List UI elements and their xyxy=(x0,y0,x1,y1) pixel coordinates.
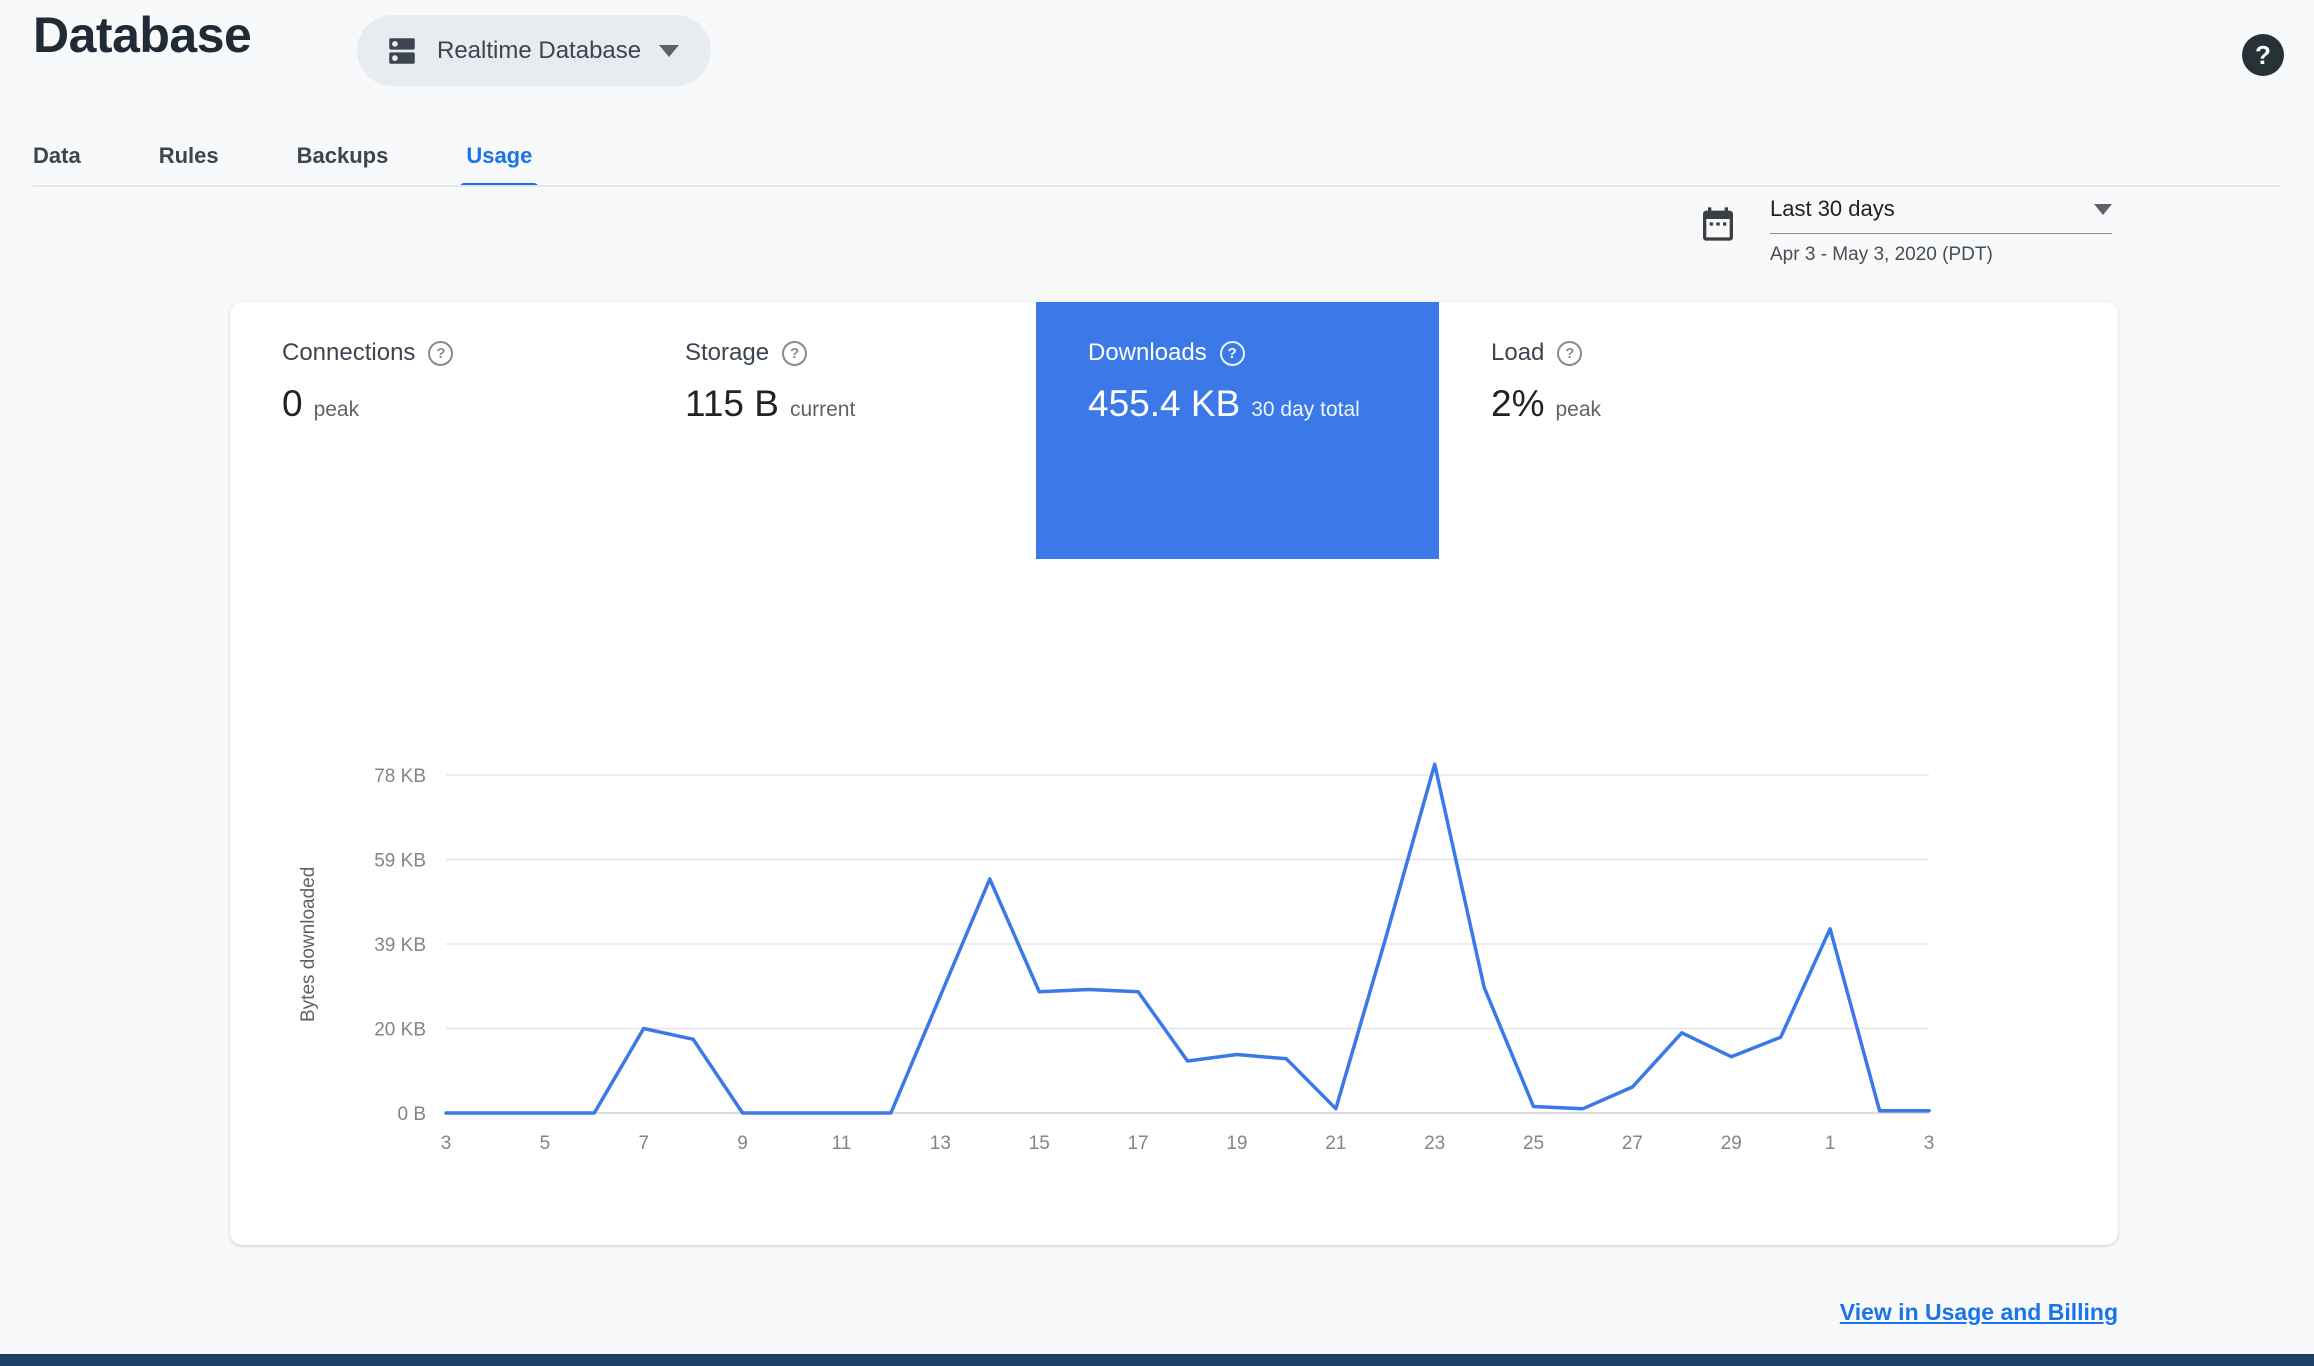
svg-text:7: 7 xyxy=(638,1133,649,1154)
date-range-detail: Apr 3 - May 3, 2020 (PDT) xyxy=(1770,244,1993,265)
svg-text:1: 1 xyxy=(1825,1133,1836,1154)
database-icon xyxy=(385,34,419,68)
tab-backups[interactable]: Backups xyxy=(297,126,389,185)
svg-text:15: 15 xyxy=(1029,1133,1050,1154)
metric-unit: peak xyxy=(1555,398,1602,421)
database-selector-label: Realtime Database xyxy=(437,36,642,64)
help-circle-icon[interactable] xyxy=(1557,340,1583,366)
help-circle-icon[interactable] xyxy=(782,340,808,366)
tab-bar: Data Rules Backups Usage xyxy=(33,126,539,187)
svg-text:59 KB: 59 KB xyxy=(374,851,426,872)
svg-text:21: 21 xyxy=(1325,1133,1346,1154)
metric-tiles: Connections 0 peak Storage 115 B current xyxy=(230,302,1842,559)
svg-text:3: 3 xyxy=(1924,1133,1935,1154)
metric-tile-storage[interactable]: Storage 115 B current xyxy=(633,302,1036,559)
metric-label: Downloads xyxy=(1088,339,1207,366)
metric-label: Load xyxy=(1491,339,1545,366)
usage-card: Connections 0 peak Storage 115 B current xyxy=(230,302,2118,1245)
svg-text:29: 29 xyxy=(1721,1133,1742,1154)
metric-value: 455.4 KB xyxy=(1088,383,1241,424)
svg-text:23: 23 xyxy=(1424,1133,1445,1154)
svg-text:5: 5 xyxy=(540,1133,551,1154)
svg-text:19: 19 xyxy=(1226,1133,1247,1154)
svg-text:39 KB: 39 KB xyxy=(374,935,426,956)
svg-text:3: 3 xyxy=(441,1133,452,1154)
date-range-label: Last 30 days xyxy=(1770,196,1895,221)
metric-unit: peak xyxy=(313,398,360,421)
metric-value: 2% xyxy=(1491,383,1545,424)
metric-tile-connections[interactable]: Connections 0 peak xyxy=(230,302,633,559)
tab-data[interactable]: Data xyxy=(33,126,81,185)
svg-text:25: 25 xyxy=(1523,1133,1544,1154)
bottom-bar xyxy=(0,1354,2314,1366)
date-range-selector[interactable]: Last 30 days Apr 3 - May 3, 2020 (PDT) xyxy=(1770,196,2112,266)
metric-value: 0 xyxy=(282,383,303,424)
metric-value: 115 B xyxy=(685,383,779,424)
chevron-down-icon xyxy=(2094,203,2112,215)
svg-text:9: 9 xyxy=(737,1133,748,1154)
svg-text:13: 13 xyxy=(930,1133,951,1154)
downloads-line-chart: 78 KB59 KB39 KB20 KB0 B3 5 7 9 11 13 15 17 19 21 2… xyxy=(374,762,1935,1154)
metric-unit: current xyxy=(789,398,856,421)
chart-y-axis-label: Bytes downloaded xyxy=(298,866,319,1022)
calendar-icon xyxy=(1698,204,1738,244)
tab-bar-divider xyxy=(33,185,2281,187)
help-button[interactable] xyxy=(2242,34,2284,76)
help-circle-icon[interactable] xyxy=(1219,340,1245,366)
svg-text:17: 17 xyxy=(1127,1133,1148,1154)
svg-text:11: 11 xyxy=(832,1133,852,1154)
metric-unit: 30 day total xyxy=(1251,398,1360,421)
svg-text:0 B: 0 B xyxy=(397,1104,426,1125)
svg-text:20 KB: 20 KB xyxy=(374,1020,426,1041)
metric-label: Connections xyxy=(282,339,416,366)
chevron-down-icon xyxy=(659,44,680,57)
metric-tile-downloads[interactable]: Downloads 455.4 KB 30 day total xyxy=(1036,302,1439,559)
svg-text:78 KB: 78 KB xyxy=(374,766,426,787)
tab-usage[interactable]: Usage xyxy=(460,126,539,187)
metric-label: Storage xyxy=(685,339,770,366)
page-title: Database xyxy=(33,7,252,63)
tab-rules[interactable]: Rules xyxy=(159,126,219,185)
svg-text:27: 27 xyxy=(1622,1133,1643,1154)
help-circle-icon[interactable] xyxy=(428,340,454,366)
view-usage-billing-link[interactable]: View in Usage and Billing xyxy=(1840,1299,2118,1326)
database-selector-button[interactable]: Realtime Database xyxy=(357,15,712,86)
metric-tile-load[interactable]: Load 2% peak xyxy=(1439,302,1842,559)
